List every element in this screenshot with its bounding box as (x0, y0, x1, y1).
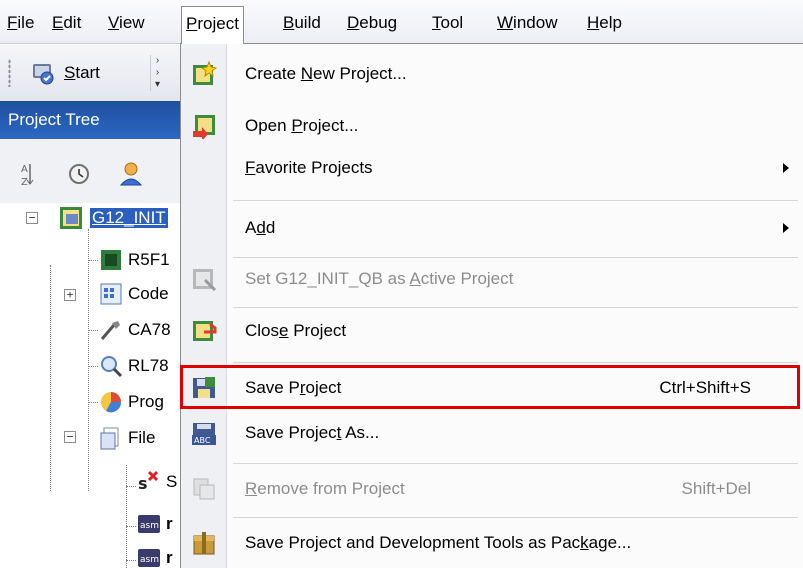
menu-window[interactable]: Window (493, 9, 561, 37)
tree-node-code[interactable]: Code (98, 281, 169, 307)
close-project-icon (193, 321, 217, 341)
tree-connector (126, 465, 127, 568)
user-icon[interactable] (118, 161, 144, 187)
menu-item-save-project-as[interactable]: ABC Save Project As... (181, 411, 803, 455)
code-generator-icon (100, 283, 122, 305)
start-button[interactable]: Start (30, 57, 100, 89)
menu-tool[interactable]: Tool (428, 9, 467, 37)
menu-separator (233, 307, 798, 308)
menu-item-set-active-project: Set G12_INIT_QB as Active Project (181, 257, 803, 301)
submenu-arrow-icon (783, 223, 789, 233)
menu-separator (233, 463, 798, 464)
tree-node-asm-file[interactable]: asm r (136, 545, 173, 568)
menu-item-create-new-project[interactable]: Create New Project... (181, 52, 803, 96)
menu-item-favorite-projects[interactable]: Favorite Projects (181, 146, 803, 190)
svg-text:Z: Z (21, 177, 28, 187)
debug-tool-icon (101, 356, 123, 378)
menu-view[interactable]: View (104, 9, 149, 37)
root-collapse-toggle[interactable]: − (26, 212, 38, 224)
tree-node-r5f1[interactable]: R5F1 (98, 247, 170, 273)
start-panel-icon (33, 64, 54, 85)
save-project-icon (193, 377, 215, 398)
tree-node-file[interactable]: File (98, 425, 155, 451)
tree-node-root[interactable]: G12_INIT (58, 205, 168, 231)
tree-connector (88, 229, 89, 491)
main-toolbar: Start › › ▾ (0, 45, 180, 101)
tree-connector (126, 486, 136, 487)
source-file-icon: s (138, 470, 159, 493)
menu-item-close-project[interactable]: Close Project (181, 309, 803, 353)
active-project-icon (193, 269, 217, 292)
svg-text:ABC: ABC (194, 436, 211, 445)
menu-file[interactable]: File (3, 9, 38, 37)
tree-node-rl78[interactable]: RL78 (98, 353, 169, 379)
project-tree-toolbar: A Z (0, 139, 180, 203)
menu-item-save-project[interactable]: Save Project Ctrl+Shift+S (181, 366, 803, 410)
tree-connector (88, 402, 98, 403)
open-project-icon (193, 115, 215, 139)
create-project-icon (193, 61, 217, 85)
code-expand-toggle[interactable]: + (64, 289, 76, 301)
file-collapse-toggle[interactable]: − (64, 431, 76, 443)
sort-icon[interactable]: A Z (16, 161, 38, 187)
menu-item-open-project[interactable]: Open Project... (181, 104, 803, 148)
menu-item-remove-from-project: Remove from Project Shift+Del (181, 467, 803, 511)
menu-build[interactable]: Build (279, 9, 325, 37)
folder-icon (100, 427, 119, 450)
menu-separator (233, 200, 798, 201)
project-menu-dropdown: Create New Project... Open Project... Fa… (180, 43, 803, 568)
shortcut-save-project: Ctrl+Shift+S (659, 378, 751, 397)
menu-bar: File Edit View Project Build Debug Tool … (0, 0, 803, 44)
tree-connector (88, 330, 98, 331)
tree-node-source-file[interactable]: s S (136, 469, 177, 495)
project-icon (60, 207, 82, 229)
menu-project[interactable]: Project (181, 6, 244, 44)
tree-connector (126, 560, 136, 561)
package-icon (193, 532, 215, 555)
tree-node-ca78[interactable]: CA78 (98, 317, 171, 343)
tree-connector (126, 526, 136, 527)
svg-text:asm: asm (140, 521, 159, 531)
svg-text:asm: asm (140, 555, 159, 565)
menu-separator (233, 362, 798, 363)
tree-connector (88, 366, 98, 367)
tree-node-asm-file[interactable]: asm r (136, 511, 173, 537)
menu-item-save-as-package[interactable]: Save Project and Development Tools as Pa… (181, 521, 803, 565)
asm-file-icon: asm (138, 549, 160, 567)
remove-from-project-icon (193, 478, 215, 500)
menu-separator (233, 517, 798, 518)
tree-connector (88, 260, 98, 261)
save-project-as-icon: ABC (192, 423, 216, 445)
menu-edit[interactable]: Edit (48, 9, 85, 37)
microcontroller-icon (101, 250, 121, 270)
submenu-arrow-icon (783, 163, 789, 173)
asm-file-icon: asm (138, 515, 160, 533)
svg-text:s: s (138, 474, 148, 493)
menu-item-add[interactable]: Add (181, 206, 803, 250)
compiler-icon (100, 321, 120, 340)
program-analyzer-icon (101, 392, 122, 413)
project-tree: − G12_INIT R5F1 + Code CA78 RL78 Prog − … (0, 203, 180, 568)
clock-icon[interactable] (66, 161, 92, 187)
svg-text:A: A (21, 164, 28, 175)
menu-debug[interactable]: Debug (343, 9, 401, 37)
toolbar-overflow-chevron-icon[interactable]: › › ▾ (150, 55, 164, 91)
tree-node-prog[interactable]: Prog (98, 389, 164, 415)
project-tree-title: Project Tree (0, 101, 180, 139)
tree-connector (50, 265, 51, 491)
shortcut-remove-from-project: Shift+Del (681, 479, 751, 498)
toolbar-grip[interactable] (8, 59, 11, 87)
menu-help[interactable]: Help (583, 9, 626, 37)
